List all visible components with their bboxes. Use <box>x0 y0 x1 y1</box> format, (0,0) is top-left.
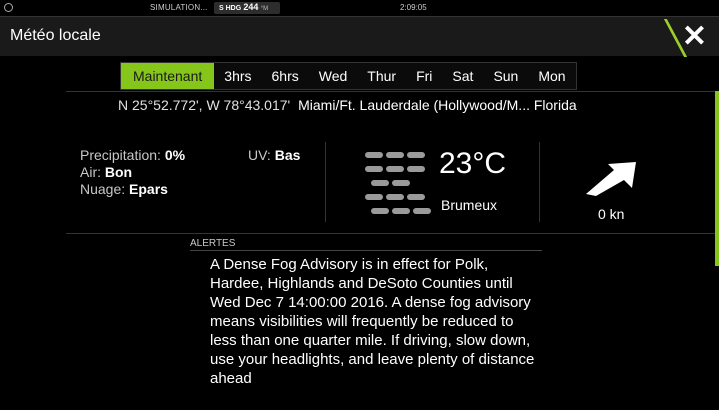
uv-row: UV: Bas <box>248 147 300 163</box>
cloud-row: Nuage: Epars <box>80 181 185 198</box>
cloud-value: Epars <box>129 181 168 197</box>
title-bar: Météo locale ✕ <box>0 16 719 57</box>
clock: 2:09:05 <box>400 3 427 12</box>
tab-sat[interactable]: Sat <box>442 63 483 89</box>
uv-label: UV: <box>248 147 271 163</box>
air-row: Air: Bon <box>80 164 185 181</box>
precipitation-value: 0% <box>164 147 186 163</box>
scrollbar[interactable] <box>715 91 719 266</box>
conditions-list: Precipitation: 0% Air: Bon Nuage: Epars <box>80 147 185 198</box>
fog-icon <box>365 152 435 218</box>
heading-unit: °M <box>260 6 269 12</box>
globe-icon <box>4 3 13 12</box>
tab-wed[interactable]: Wed <box>309 63 358 89</box>
tab-sun[interactable]: Sun <box>483 63 528 89</box>
status-bar: SIMULATION... S HDG 244 °M 2:09:05 <box>0 0 719 16</box>
precipitation-label: Precipitation: <box>80 147 161 163</box>
wind-speed: 0 kn <box>598 206 625 222</box>
tab-fri[interactable]: Fri <box>406 63 442 89</box>
air-label: Air: <box>80 164 101 180</box>
heading-indicator: S HDG 244 °M <box>214 2 280 14</box>
close-button[interactable]: ✕ <box>657 17 719 57</box>
location-line: N 25°52.772', W 78°43.017' Miami/Ft. Lau… <box>118 97 577 113</box>
alerts-header: ALERTES <box>190 238 542 251</box>
close-icon[interactable]: ✕ <box>682 19 707 55</box>
page-title: Météo locale <box>10 27 101 44</box>
precipitation-row: Precipitation: 0% <box>80 147 185 164</box>
temperature: 23°C <box>439 147 507 180</box>
divider-left <box>325 142 326 222</box>
tab-thur[interactable]: Thur <box>357 63 406 89</box>
forecast-tabs: Maintenant 3hrs 6hrs Wed Thur Fri Sat Su… <box>120 62 577 90</box>
simulation-indicator: SIMULATION... <box>150 3 208 12</box>
divider-right <box>539 142 540 222</box>
tab-6hrs[interactable]: 6hrs <box>262 63 309 89</box>
alerts-text: A Dense Fog Advisory is in effect for Po… <box>210 256 535 387</box>
heading-value: 244 <box>243 2 259 12</box>
section-divider <box>66 233 716 234</box>
cloud-label: Nuage: <box>80 181 126 197</box>
tab-mon[interactable]: Mon <box>528 63 575 89</box>
wind-direction-icon <box>586 162 636 196</box>
tab-3hrs[interactable]: 3hrs <box>214 63 261 89</box>
location-name: Miami/Ft. Lauderdale (Hollywood/M... Flo… <box>298 97 577 113</box>
location-coordinates: N 25°52.772', W 78°43.017' <box>118 97 291 113</box>
air-value: Bon <box>104 164 133 180</box>
tab-maintenant[interactable]: Maintenant <box>121 63 215 89</box>
condition-label: Brumeux <box>441 197 498 213</box>
heading-label: S HDG <box>219 5 242 12</box>
uv-value: Bas <box>274 147 301 163</box>
